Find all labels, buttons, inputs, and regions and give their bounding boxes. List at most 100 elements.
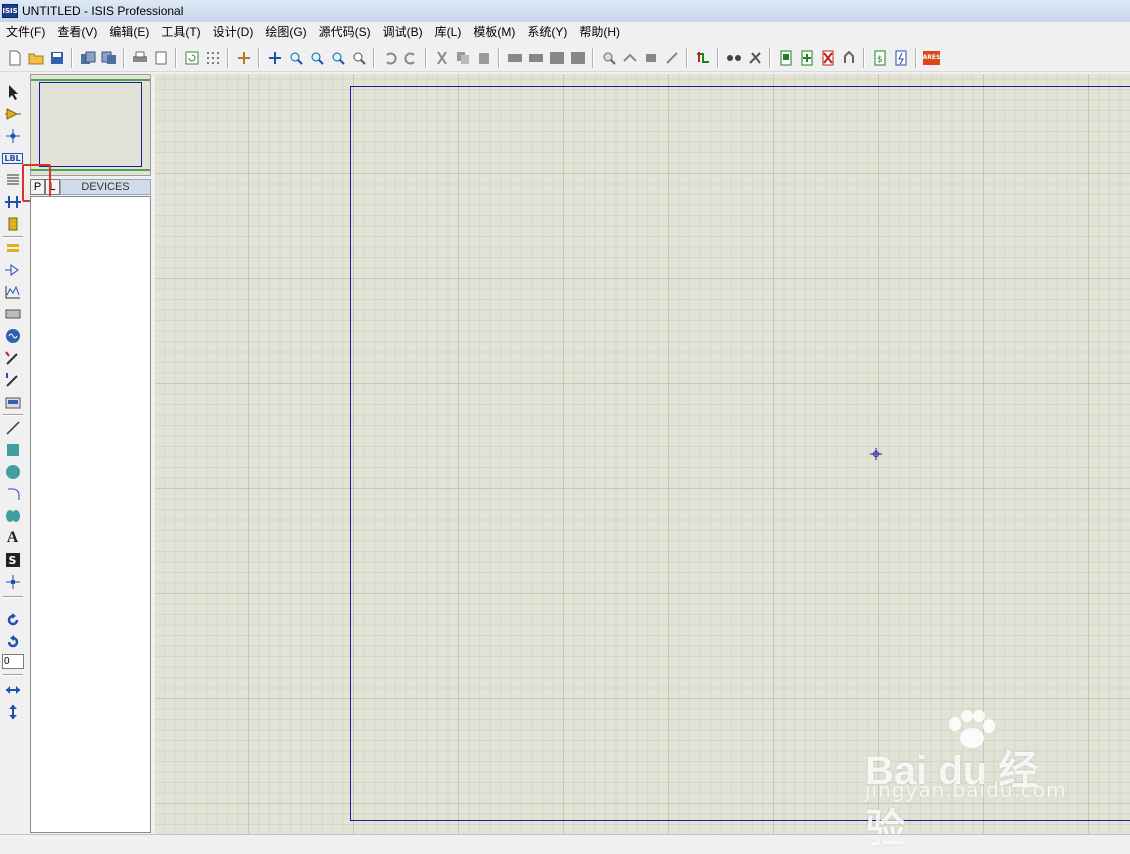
overview-view-marker-top <box>31 79 150 81</box>
wire-autorouter-icon[interactable] <box>692 47 713 69</box>
remove-sheet-icon[interactable] <box>817 47 838 69</box>
packaging-tool-icon[interactable] <box>640 47 661 69</box>
marker-mode-icon[interactable] <box>2 572 23 592</box>
copy-icon[interactable] <box>452 47 473 69</box>
terminals-mode-icon[interactable] <box>2 238 23 258</box>
zoom-area-icon[interactable] <box>348 47 369 69</box>
component-mode-icon[interactable] <box>2 104 23 124</box>
graph-mode-icon[interactable] <box>2 282 23 302</box>
save-icon[interactable] <box>46 47 67 69</box>
menu-edit[interactable]: 编辑(E) <box>103 22 155 42</box>
origin-marker-icon <box>870 448 882 460</box>
block-move-icon[interactable] <box>525 47 546 69</box>
watermark: Bai du 经验 jingyan.baidu.com <box>865 710 1075 851</box>
schematic-canvas[interactable]: Bai du 经验 jingyan.baidu.com <box>155 74 1130 851</box>
toolbar-separator <box>425 47 427 68</box>
ares-netlist-icon[interactable]: ARES <box>921 47 942 69</box>
pick-device-icon[interactable] <box>598 47 619 69</box>
tape-recorder-icon[interactable] <box>2 304 23 324</box>
voltage-probe-icon[interactable] <box>2 348 23 368</box>
rotate-anticlockwise-icon[interactable] <box>2 632 23 652</box>
text-mode-icon[interactable]: A <box>2 528 23 548</box>
menu-graph[interactable]: 绘图(G) <box>259 22 312 42</box>
toolbar-separator <box>71 47 73 68</box>
import-section-icon[interactable] <box>77 47 98 69</box>
zoom-all-icon[interactable] <box>327 47 348 69</box>
paste-icon[interactable] <box>473 47 494 69</box>
make-device-icon[interactable] <box>619 47 640 69</box>
print-icon[interactable] <box>129 47 150 69</box>
add-sheet-icon[interactable] <box>796 47 817 69</box>
device-list[interactable] <box>30 196 151 833</box>
zoom-in-icon[interactable] <box>285 47 306 69</box>
toolbar-separator <box>686 47 688 68</box>
menu-view[interactable]: 查看(V) <box>51 22 103 42</box>
menu-template[interactable]: 模板(M) <box>467 22 521 42</box>
line-mode-icon[interactable] <box>2 418 23 438</box>
new-file-icon[interactable] <box>4 47 25 69</box>
toolbar-separator <box>175 47 177 68</box>
block-delete-icon[interactable] <box>567 47 588 69</box>
menu-tools[interactable]: 工具(T) <box>155 22 206 42</box>
grid-icon[interactable] <box>202 47 223 69</box>
symbol-mode-icon[interactable]: S <box>2 550 23 570</box>
toolbar-separator <box>373 47 375 68</box>
label-text: LBL <box>2 152 23 164</box>
cut-icon[interactable] <box>431 47 452 69</box>
bus-icon[interactable] <box>2 192 23 212</box>
circle-mode-icon[interactable] <box>2 462 23 482</box>
redo-icon[interactable] <box>400 47 421 69</box>
toolbar-separator <box>769 47 771 68</box>
mirror-horizontal-icon[interactable] <box>2 680 23 700</box>
origin-icon[interactable] <box>233 47 254 69</box>
device-pins-icon[interactable] <box>2 260 23 280</box>
new-sheet-icon[interactable] <box>775 47 796 69</box>
export-section-icon[interactable] <box>98 47 119 69</box>
rotate-clockwise-icon[interactable] <box>2 610 23 630</box>
electrical-rules-icon[interactable] <box>890 47 911 69</box>
box-mode-icon[interactable] <box>2 440 23 460</box>
overview-window[interactable] <box>30 74 151 176</box>
menu-system[interactable]: 系统(Y) <box>521 22 573 42</box>
main-toolbar: $ ARES <box>0 44 1130 72</box>
menu-source[interactable]: 源代码(S) <box>313 22 377 42</box>
undo-icon[interactable] <box>379 47 400 69</box>
pan-icon[interactable] <box>264 47 285 69</box>
print-area-icon[interactable] <box>150 47 171 69</box>
property-assignment-icon[interactable] <box>744 47 765 69</box>
menu-bar: 文件(F) 查看(V) 编辑(E) 工具(T) 设计(D) 绘图(G) 源代码(… <box>0 22 1130 42</box>
selection-mode-icon[interactable] <box>2 82 23 102</box>
toolbar-separator <box>863 47 865 68</box>
isis-app-icon[interactable]: ISIS <box>2 4 18 18</box>
goto-child-icon[interactable] <box>838 47 859 69</box>
toolbar-separator <box>123 47 125 68</box>
decompose-icon[interactable] <box>661 47 682 69</box>
block-rotate-icon[interactable] <box>546 47 567 69</box>
junction-dot-icon[interactable] <box>2 126 23 146</box>
arc-mode-icon[interactable] <box>2 484 23 504</box>
rotation-angle-input[interactable] <box>2 654 24 669</box>
toolbar-separator <box>915 47 917 68</box>
title-bar: ISIS UNTITLED - ISIS Professional <box>0 0 1130 22</box>
subcircuit-icon[interactable] <box>2 214 23 234</box>
path-mode-icon[interactable] <box>2 506 23 526</box>
wire-label-icon[interactable]: LBL <box>2 148 23 168</box>
current-probe-icon[interactable] <box>2 370 23 390</box>
search-tag-icon[interactable] <box>723 47 744 69</box>
open-folder-icon[interactable] <box>25 47 46 69</box>
text-script-icon[interactable] <box>2 170 23 190</box>
menu-help[interactable]: 帮助(H) <box>573 22 626 42</box>
generator-mode-icon[interactable] <box>2 326 23 346</box>
toolbar-separator <box>717 47 719 68</box>
bill-of-materials-icon[interactable]: $ <box>869 47 890 69</box>
refresh-icon[interactable] <box>181 47 202 69</box>
menu-library[interactable]: 库(L) <box>429 22 468 42</box>
devices-title: DEVICES <box>60 179 151 195</box>
menu-design[interactable]: 设计(D) <box>207 22 260 42</box>
menu-file[interactable]: 文件(F) <box>0 22 51 42</box>
menu-debug[interactable]: 调试(B) <box>377 22 429 42</box>
virtual-instruments-icon[interactable] <box>2 392 23 412</box>
mirror-vertical-icon[interactable] <box>2 702 23 722</box>
block-copy-icon[interactable] <box>504 47 525 69</box>
zoom-out-icon[interactable] <box>306 47 327 69</box>
